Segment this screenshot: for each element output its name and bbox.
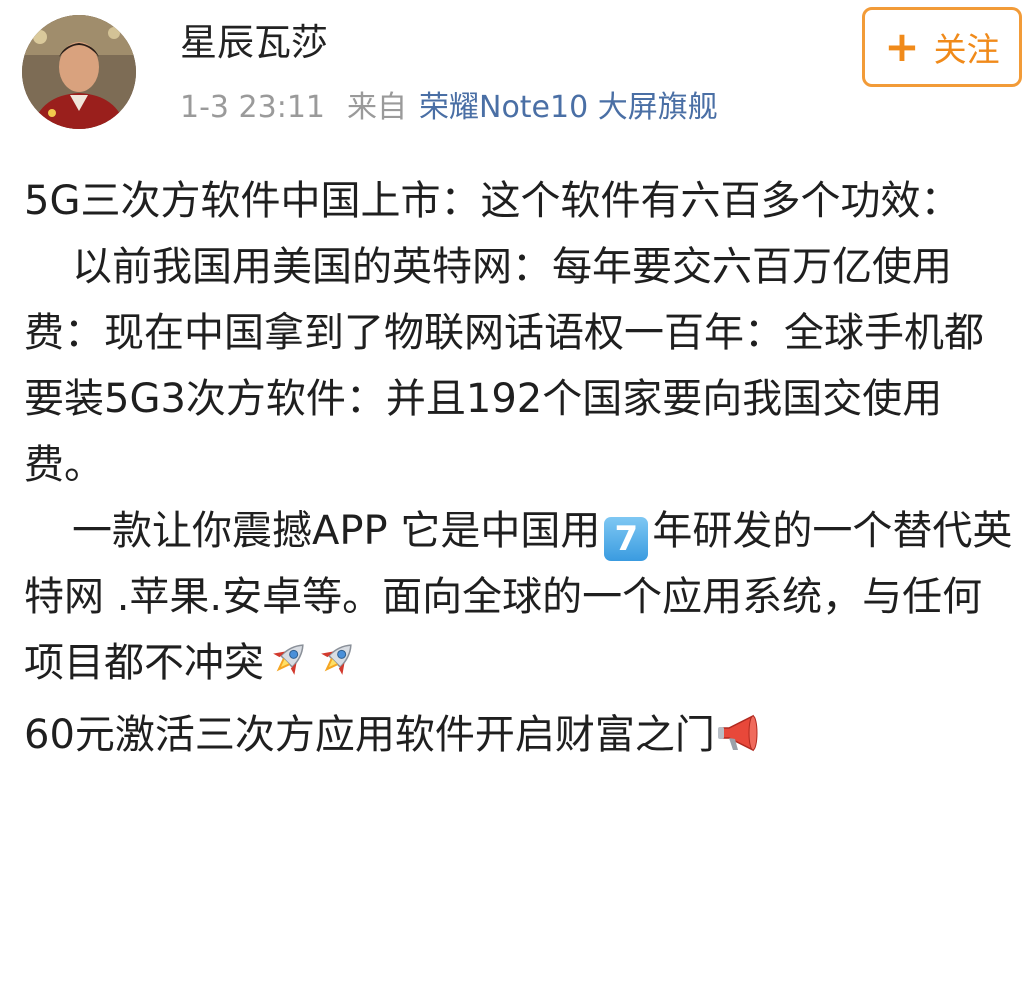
post-paragraph-3-part-a: 一款让你震撼APP 它是中国用	[72, 508, 601, 554]
author-name[interactable]: 星辰瓦莎	[180, 18, 328, 68]
weibo-post: 星辰瓦莎 1-3 23:11 来自 荣耀Note10 大屏旗舰 + 关注 5G三次方…	[0, 0, 1026, 995]
avatar[interactable]	[22, 15, 136, 129]
rocket-icon	[321, 644, 352, 675]
follow-button-label: 关注	[933, 30, 1000, 69]
post-meta: 1-3 23:11 来自 荣耀Note10 大屏旗舰	[180, 86, 718, 130]
post-paragraph-2: 以前我国用美国的英特网：每年要交六百万亿使用费：现在中国拿到了物联网话语权一百年…	[24, 244, 984, 488]
post-paragraph-1: 5G三次方软件中国上市：这个软件有六百多个功效：	[24, 178, 961, 224]
keycap-7-icon: 7	[604, 517, 649, 561]
follow-button[interactable]: + 关注	[862, 7, 1022, 87]
post-paragraph-4: 60元激活三次方应用软件开启财富之门	[24, 702, 1014, 768]
megaphone-icon	[717, 714, 758, 752]
plus-icon: +	[884, 22, 920, 71]
post-time: 1-3 23:11	[180, 90, 325, 125]
post-paragraph-4-text: 60元激活三次方应用软件开启财富之门	[24, 712, 715, 758]
post-paragraph-3: 一款让你震撼APP 它是中国用 7 年研发的一个替代英特网 .苹果.安卓等。面向全球…	[24, 498, 1014, 696]
post-content: 5G三次方软件中国上市：这个软件有六百多个功效： 以前我国用美国的英特网：每年要…	[24, 168, 1014, 768]
post-source-label: 来自	[347, 90, 407, 125]
post-source-device[interactable]: 荣耀Note10 大屏旗舰	[419, 90, 718, 125]
rocket-icon	[273, 644, 304, 675]
avatar-photo	[22, 15, 136, 129]
